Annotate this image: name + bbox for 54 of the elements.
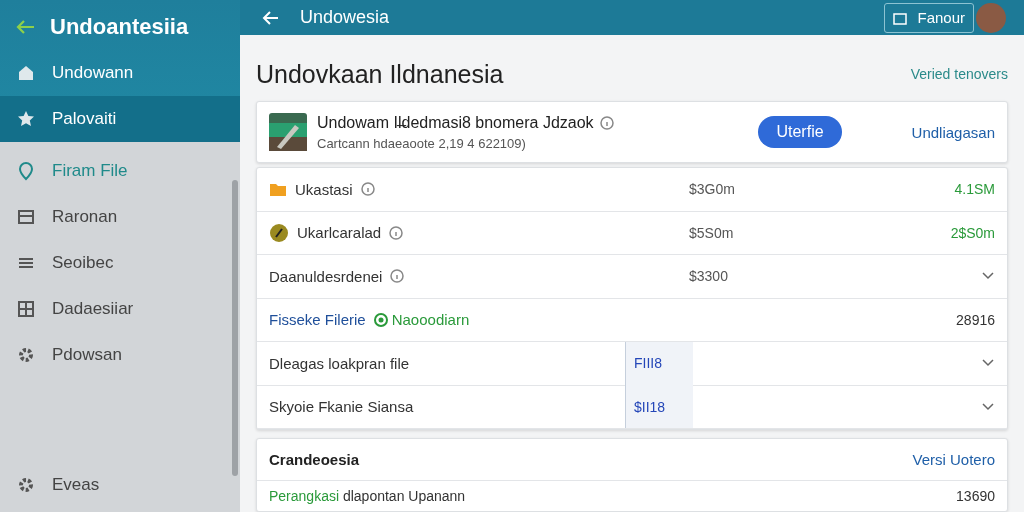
- chevron-down-icon[interactable]: [981, 401, 995, 412]
- app-title: Undoantesiia: [50, 14, 189, 40]
- status-icon: [373, 312, 388, 327]
- row-value: 13690: [956, 488, 995, 504]
- product-name: Undowam Il̶dedmasi8 bnomera Jdzaok: [317, 113, 594, 132]
- card-icon: [16, 207, 36, 227]
- info-icon: [599, 115, 614, 130]
- row-label: Perangkasi dlapontan Upanann: [269, 488, 466, 504]
- square-icon: [893, 10, 908, 25]
- row-label: Fisseke Filerie: [269, 311, 366, 329]
- link[interactable]: Veried tenovers: [910, 66, 1008, 82]
- change-value: 4.1SM: [954, 181, 995, 198]
- coin-icon: [269, 222, 289, 243]
- amount: $3300: [689, 268, 729, 285]
- back-arrow-icon[interactable]: [16, 19, 36, 35]
- gear-icon: [16, 475, 36, 495]
- sidebar-item[interactable]: Pdowsan: [0, 332, 240, 378]
- row-label: Dleagas loakpran file: [269, 354, 410, 372]
- house-icon: [16, 63, 36, 83]
- sidebar-item[interactable]: Undowann: [0, 50, 240, 96]
- sidebar-item[interactable]: Eveas: [0, 462, 240, 508]
- row-label: Ukarlcaralad: [297, 224, 382, 242]
- link[interactable]: Undliagasan: [911, 123, 995, 141]
- sidebar-item[interactable]: Dadaesiiar: [0, 286, 240, 332]
- change-value: 2$S0m: [950, 224, 995, 241]
- value-field[interactable]: FIII8: [625, 341, 693, 385]
- chevron-down-icon[interactable]: [981, 358, 995, 369]
- product-subtitle: Cartcann hdaeaoote 2,19 4 622109): [317, 135, 527, 151]
- gear-icon: [16, 345, 36, 365]
- link[interactable]: Versi Uotero: [912, 451, 995, 468]
- sidebar-item[interactable]: Raronan: [0, 194, 240, 240]
- section-title: Crandeoesia: [269, 451, 360, 468]
- row-label: Ukastasi: [295, 180, 353, 198]
- info-icon: [360, 182, 375, 197]
- row-value: 28916: [956, 311, 995, 328]
- account-button[interactable]: Fanour: [884, 2, 974, 33]
- location-pin-icon: [16, 161, 36, 181]
- page-title: Undowesia: [300, 7, 391, 28]
- star-icon: [16, 109, 36, 129]
- grid-icon: [16, 299, 36, 319]
- row-label: Daanuldesrdenei: [269, 267, 383, 285]
- row-label: Skyoie Fkanie Siansa: [269, 398, 414, 416]
- heading: Undovkaan Ildnanesia: [256, 59, 504, 89]
- status-text: Naooodiarn: [391, 311, 470, 329]
- sidebar-item[interactable]: Palovaiti: [0, 96, 240, 142]
- amount: $3G0m: [689, 181, 736, 198]
- chevron-down-icon[interactable]: [981, 271, 995, 282]
- sidebar-item[interactable]: Seoibec: [0, 240, 240, 286]
- action-button[interactable]: Uterfie: [758, 116, 842, 148]
- info-icon: [389, 225, 404, 240]
- scrollbar[interactable]: [232, 180, 238, 476]
- info-icon: [390, 269, 405, 284]
- value-field[interactable]: $II18: [625, 385, 693, 429]
- amount: $5S0m: [689, 224, 735, 241]
